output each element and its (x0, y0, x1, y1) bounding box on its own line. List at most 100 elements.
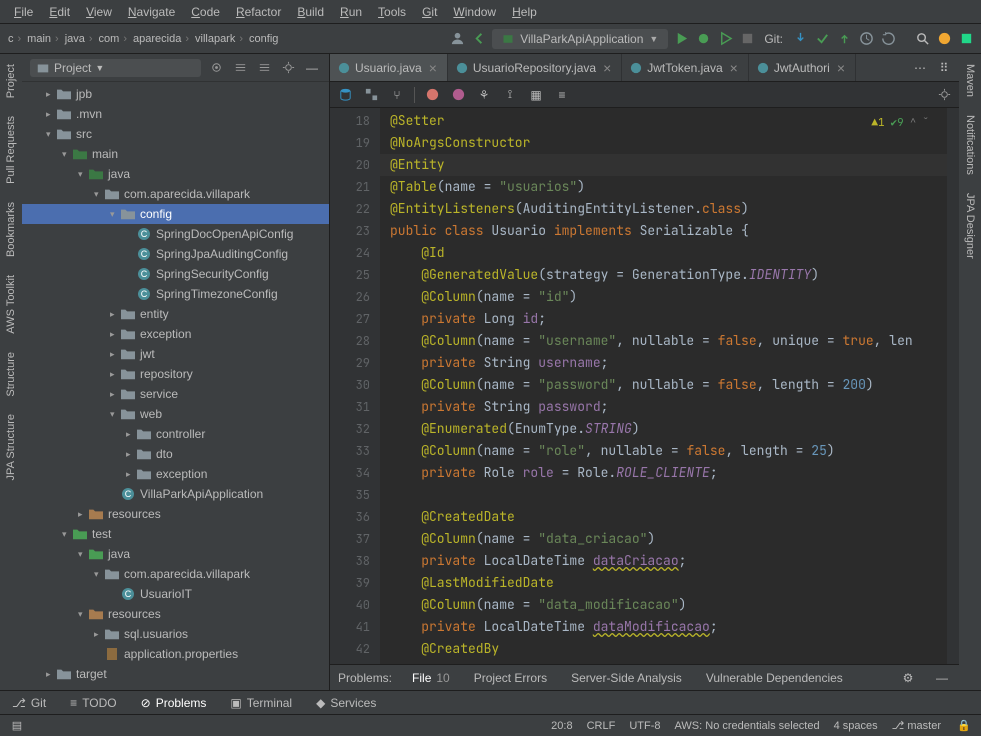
code-line-37[interactable]: @Column(name = "data_criacao") (380, 528, 947, 550)
status-branch[interactable]: ⎇ master (892, 719, 941, 732)
code-line-42[interactable]: @CreatedBy (380, 638, 947, 660)
menu-build[interactable]: Build (291, 3, 330, 21)
editor-tab-usuariorepository-java[interactable]: UsuarioRepository.java× (448, 54, 622, 81)
run-icon[interactable] (672, 30, 690, 48)
code-line-22[interactable]: @EntityListeners(AuditingEntityListener.… (380, 198, 947, 220)
coverage-icon[interactable] (716, 30, 734, 48)
tree-item-jpb[interactable]: ▸jpb (22, 84, 329, 104)
menu-git[interactable]: Git (416, 3, 443, 21)
code-line-39[interactable]: @LastModifiedDate (380, 572, 947, 594)
tool-notifications[interactable]: Notifications (964, 111, 976, 179)
code-line-28[interactable]: @Column(name = "username", nullable = fa… (380, 330, 947, 352)
run-config-dropdown[interactable]: VillaParkApiApplication ▼ (492, 29, 668, 49)
code-content[interactable]: ▲1 ✔9 ^ ˇ @Setter@NoArgsConstructor@Enti… (380, 108, 947, 664)
tree-item-springtimezoneconfig[interactable]: CSpringTimezoneConfig (22, 284, 329, 304)
crumb-villapark[interactable]: villapark (193, 33, 245, 45)
git-tool[interactable]: ⎇ Git (8, 694, 50, 712)
tree-item-exception[interactable]: ▸exception (22, 464, 329, 484)
settings-icon[interactable] (279, 59, 297, 77)
code-line-33[interactable]: @Column(name = "role", nullable = false,… (380, 440, 947, 462)
status-menu-icon[interactable]: ▤ (8, 717, 26, 735)
bean-icon[interactable]: ⚘ (475, 86, 493, 104)
problems-file-tab[interactable]: File 10 (408, 669, 454, 687)
editor-body[interactable]: 1819202122232425262728293031323334353637… (330, 108, 959, 664)
code-line-25[interactable]: @GeneratedValue(strategy = GenerationTyp… (380, 264, 947, 286)
code-line-38[interactable]: private LocalDateTime dataCriacao; (380, 550, 947, 572)
editor-tab-usuario-java[interactable]: Usuario.java× (330, 54, 448, 81)
tree-item-src[interactable]: ▾src (22, 124, 329, 144)
tree-item-com-aparecida-villapark[interactable]: ▾com.aparecida.villapark (22, 564, 329, 584)
tool-pull-requests[interactable]: Pull Requests (5, 112, 17, 188)
tree-item-villaparkapiapplication[interactable]: CVillaParkApiApplication (22, 484, 329, 504)
problems-vuln-tab[interactable]: Vulnerable Dependencies (702, 669, 847, 687)
debug-icon[interactable] (694, 30, 712, 48)
status-indent[interactable]: 4 spaces (834, 720, 878, 732)
code-line-30[interactable]: @Column(name = "password", nullable = fa… (380, 374, 947, 396)
tree-item-java[interactable]: ▾java (22, 544, 329, 564)
code-line-21[interactable]: @Table(name = "usuarios") (380, 176, 947, 198)
close-icon[interactable]: × (835, 60, 847, 76)
tree-item-controller[interactable]: ▸controller (22, 424, 329, 444)
code-line-18[interactable]: @Setter (380, 110, 947, 132)
tree-item-main[interactable]: ▾main (22, 144, 329, 164)
code-line-20[interactable]: @Entity (380, 154, 947, 176)
tree-item-com-aparecida-villapark[interactable]: ▾com.aparecida.villapark (22, 184, 329, 204)
crumb-com[interactable]: com (97, 33, 129, 45)
tree-item-springdocopenapiconfig[interactable]: CSpringDocOpenApiConfig (22, 224, 329, 244)
problems-hide-icon[interactable]: — (933, 669, 951, 687)
hide-icon[interactable]: — (303, 59, 321, 77)
tree-item-entity[interactable]: ▸entity (22, 304, 329, 324)
menu-run[interactable]: Run (334, 3, 368, 21)
tool-bookmarks[interactable]: Bookmarks (5, 198, 17, 261)
tree-item-repository[interactable]: ▸repository (22, 364, 329, 384)
tree-item-config[interactable]: ▾config (22, 204, 329, 224)
git-history-icon[interactable] (857, 30, 875, 48)
menu-navigate[interactable]: Navigate (122, 3, 181, 21)
tree-item-web[interactable]: ▾web (22, 404, 329, 424)
tree-item-test[interactable]: ▾test (22, 524, 329, 544)
menu-view[interactable]: View (80, 3, 118, 21)
code-line-36[interactable]: @CreatedDate (380, 506, 947, 528)
code-line-26[interactable]: @Column(name = "id") (380, 286, 947, 308)
code-line-34[interactable]: private Role role = Role.ROLE_CLIENTE; (380, 462, 947, 484)
select-opened-icon[interactable] (207, 59, 225, 77)
tree-item-service[interactable]: ▸service (22, 384, 329, 404)
close-icon[interactable]: × (728, 60, 740, 76)
tree-item-springsecurityconfig[interactable]: CSpringSecurityConfig (22, 264, 329, 284)
tree-item-springjpaauditingconfig[interactable]: CSpringJpaAuditingConfig (22, 244, 329, 264)
menu-edit[interactable]: Edit (43, 3, 76, 21)
code-line-40[interactable]: @Column(name = "data_modificacao") (380, 594, 947, 616)
ai-m-icon[interactable] (449, 86, 467, 104)
toolbox-icon[interactable] (957, 30, 975, 48)
code-line-32[interactable]: @Enumerated(EnumType.STRING) (380, 418, 947, 440)
status-cursor[interactable]: 20:8 (551, 720, 572, 732)
tool-jpa-designer[interactable]: JPA Designer (964, 189, 976, 263)
ai-a-icon[interactable] (423, 86, 441, 104)
editor-tab-jwtauthori[interactable]: JwtAuthori× (749, 54, 856, 81)
tree-item-target[interactable]: ▸target (22, 664, 329, 684)
tool-structure[interactable]: Structure (5, 348, 17, 401)
tree-item-resources[interactable]: ▸resources (22, 504, 329, 524)
db-er-icon[interactable] (362, 86, 380, 104)
tool-aws-toolkit[interactable]: AWS Toolkit (5, 271, 17, 338)
endpoints-icon[interactable]: ⟟ (501, 86, 519, 104)
crumb-c[interactable]: c (6, 33, 23, 45)
editor-tab-jwttoken-java[interactable]: JwtToken.java× (622, 54, 749, 81)
close-icon[interactable]: × (427, 60, 439, 76)
menu-window[interactable]: Window (447, 3, 502, 21)
services-tool[interactable]: ◆ Services (312, 694, 380, 712)
profiles-icon[interactable]: ≡ (553, 86, 571, 104)
code-line-19[interactable]: @NoArgsConstructor (380, 132, 947, 154)
scroll-overview[interactable] (947, 108, 959, 664)
lock-icon[interactable]: 🔒 (955, 717, 973, 735)
close-icon[interactable]: × (601, 60, 613, 76)
code-line-41[interactable]: private LocalDateTime dataModificacao; (380, 616, 947, 638)
tree-item-usuarioit[interactable]: CUsuarioIT (22, 584, 329, 604)
code-line-35[interactable] (380, 484, 947, 506)
problems-server-tab[interactable]: Server-Side Analysis (567, 669, 686, 687)
tree-item-application-properties[interactable]: application.properties (22, 644, 329, 664)
references-icon[interactable]: ⑂ (388, 86, 406, 104)
status-aws[interactable]: AWS: No credentials selected (675, 720, 820, 732)
menu-refactor[interactable]: Refactor (230, 3, 287, 21)
db-icon[interactable] (336, 86, 354, 104)
